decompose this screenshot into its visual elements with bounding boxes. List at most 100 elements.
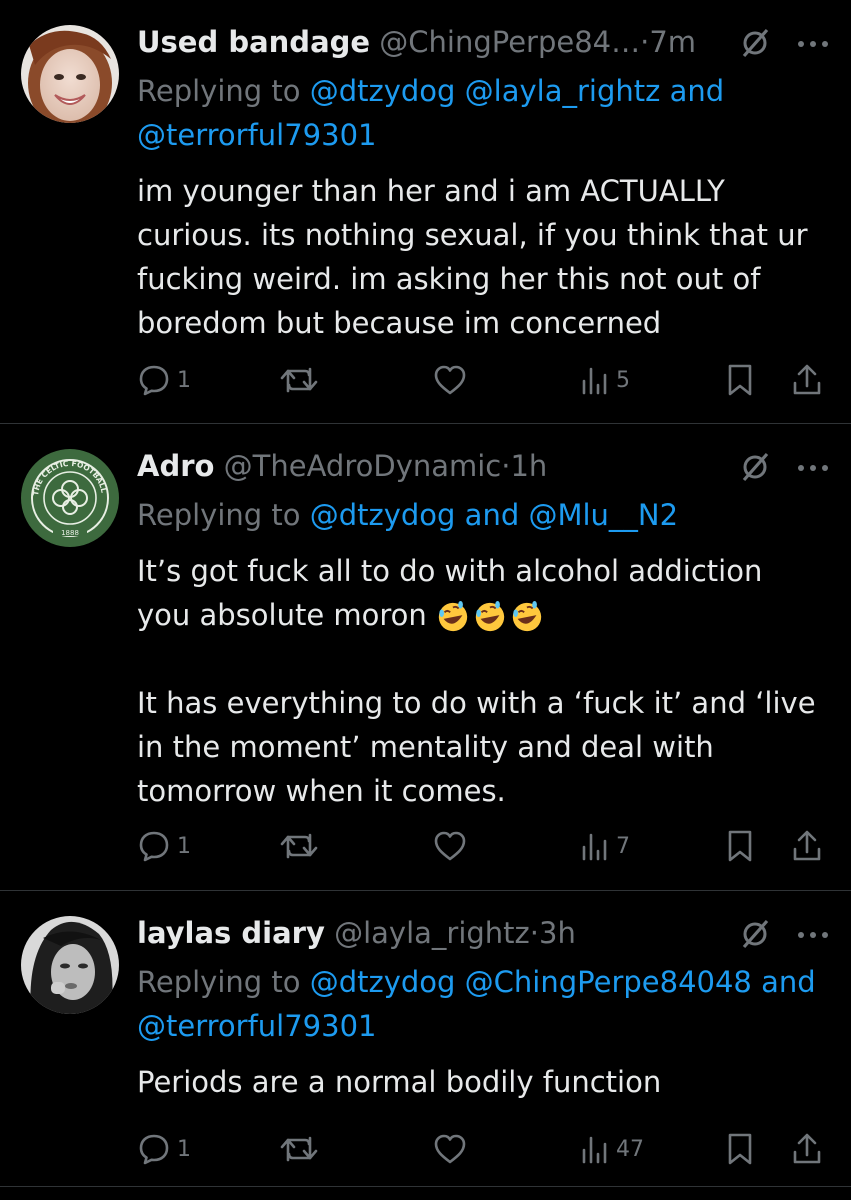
mention-link[interactable]: @dtzydog <box>310 498 456 532</box>
like-button[interactable] <box>432 360 474 400</box>
text-line: im younger than her and i am ACTUALLY <box>137 174 725 208</box>
text-line <box>137 637 837 681</box>
action-bar: 1 5 <box>137 360 837 400</box>
bookmark-button[interactable] <box>725 826 755 866</box>
views-button[interactable]: 47 <box>580 1129 644 1169</box>
retweet-icon <box>280 1136 318 1162</box>
reply-button[interactable]: 1 <box>137 1129 191 1169</box>
tweet-text: Periods are a normal bodily function <box>137 1060 837 1104</box>
share-button[interactable] <box>791 360 823 400</box>
reply-button[interactable]: 1 <box>137 826 191 866</box>
like-button[interactable] <box>432 826 474 866</box>
mention-joiner[interactable]: and <box>465 498 520 532</box>
ellipsis-icon[interactable] <box>796 452 830 482</box>
views-button[interactable]: 7 <box>580 826 630 866</box>
mention-link[interactable]: @dtzydog <box>310 965 456 999</box>
text-line: tomorrow when it comes. <box>137 774 506 808</box>
retweet-button[interactable] <box>279 1129 325 1169</box>
bookmark-button[interactable] <box>725 1129 755 1169</box>
action-bar: 1 47 <box>137 1129 837 1169</box>
reply-count: 1 <box>177 367 191 393</box>
mention-joiner[interactable]: and <box>761 965 816 999</box>
tweet-header: Used bandage @ChingPerpe84…·7m <box>137 24 696 60</box>
display-name[interactable]: Adro <box>137 449 214 483</box>
bar-chart-icon <box>582 833 607 861</box>
replying-prefix: Replying to <box>137 965 301 999</box>
rolling-on-floor-laughing-emoji <box>475 600 505 632</box>
heart-icon <box>434 365 466 395</box>
text-line: It’s got fuck all to do with alcohol add… <box>137 554 763 588</box>
speech-bubble-icon <box>139 831 169 862</box>
text-line: It has everything to do with a ‘fuck it’… <box>137 686 816 720</box>
timestamp[interactable]: 7m <box>649 25 696 59</box>
crest-year: 1888 <box>61 529 79 537</box>
retweet-button[interactable] <box>279 360 325 400</box>
tweet-header: laylas diary @layla_rightz·3h <box>137 915 576 951</box>
like-button[interactable] <box>432 1129 474 1169</box>
mention-link[interactable]: @Mlu__N2 <box>528 498 678 532</box>
tweet-2[interactable]: THE CELTIC FOOTBALL CLUB 1888 Adro @TheA… <box>0 424 851 890</box>
share-button[interactable] <box>791 826 823 866</box>
display-name[interactable]: Used bandage <box>137 25 370 59</box>
heart-icon <box>434 1134 466 1164</box>
grok-slash-icon[interactable] <box>740 452 770 482</box>
mention-link[interactable]: @layla_rightz <box>465 74 661 108</box>
tweet-1[interactable]: Used bandage @ChingPerpe84…·7m Replying … <box>0 0 851 423</box>
mention-joiner[interactable]: and <box>670 74 725 108</box>
user-handle[interactable]: @TheAdroDynamic <box>224 449 502 483</box>
avatar[interactable] <box>21 25 119 123</box>
tweet-header: Adro @TheAdroDynamic·1h <box>137 448 547 484</box>
timestamp[interactable]: 3h <box>539 916 576 950</box>
tweet-text: It’s got fuck all to do with alcohol add… <box>137 549 837 813</box>
bookmark-icon <box>728 364 752 396</box>
rolling-on-floor-laughing-emoji <box>438 600 468 632</box>
timestamp[interactable]: 1h <box>510 449 547 483</box>
text-line: fucking weird. im asking her this not ou… <box>137 262 761 296</box>
ellipsis-icon[interactable] <box>796 28 830 58</box>
replying-to: Replying to @dtzydog and @Mlu__N2 <box>137 493 827 537</box>
share-button[interactable] <box>791 1129 823 1169</box>
retweet-button[interactable] <box>279 826 325 866</box>
user-handle[interactable]: @layla_rightz <box>334 916 530 950</box>
share-icon <box>793 364 821 395</box>
text-line-with-emoji: you absolute moron <box>137 593 837 637</box>
heart-icon <box>434 831 466 861</box>
action-bar: 1 7 <box>137 826 837 866</box>
mention-link[interactable]: @dtzydog <box>310 74 456 108</box>
grok-slash-icon[interactable] <box>740 919 770 949</box>
mention-link[interactable]: @terrorful79301 <box>137 118 376 152</box>
replying-prefix: Replying to <box>137 74 301 108</box>
bookmark-icon <box>728 830 752 862</box>
bookmark-button[interactable] <box>725 360 755 400</box>
bookmark-icon <box>728 1133 752 1165</box>
tweet-3[interactable]: laylas diary @layla_rightz·3h Replying t… <box>0 891 851 1185</box>
replying-prefix: Replying to <box>137 498 301 532</box>
mention-link[interactable]: @ChingPerpe84048 <box>465 965 752 999</box>
separator-dot: · <box>529 916 539 950</box>
reply-button[interactable]: 1 <box>137 360 191 400</box>
display-name[interactable]: laylas diary <box>137 916 325 950</box>
share-icon <box>793 830 821 861</box>
retweet-icon <box>280 833 318 859</box>
retweet-icon <box>280 367 318 393</box>
text-line: you absolute moron <box>137 598 427 632</box>
rolling-on-floor-laughing-emoji <box>512 600 542 632</box>
views-button[interactable]: 5 <box>580 360 630 400</box>
ellipsis-icon[interactable] <box>796 919 830 949</box>
user-handle[interactable]: @ChingPerpe84… <box>379 25 640 59</box>
avatar[interactable] <box>21 916 119 1014</box>
share-icon <box>793 1133 821 1164</box>
reply-count: 1 <box>177 833 191 859</box>
speech-bubble-icon <box>139 1134 169 1165</box>
separator-dot: · <box>640 25 650 59</box>
replying-to: Replying to @dtzydog @layla_rightz and @… <box>137 69 827 157</box>
speech-bubble-icon <box>139 365 169 396</box>
views-count: 5 <box>616 367 630 393</box>
reply-count: 1 <box>177 1136 191 1162</box>
mention-link[interactable]: @terrorful79301 <box>137 1009 376 1043</box>
grok-slash-icon[interactable] <box>740 28 770 58</box>
text-line: in the moment’ mentality and deal with <box>137 730 714 764</box>
text-line: curious. its nothing sexual, if you thin… <box>137 218 808 252</box>
avatar[interactable]: THE CELTIC FOOTBALL CLUB 1888 <box>21 449 119 547</box>
tweet-text: im younger than her and i am ACTUALLY cu… <box>137 169 837 345</box>
